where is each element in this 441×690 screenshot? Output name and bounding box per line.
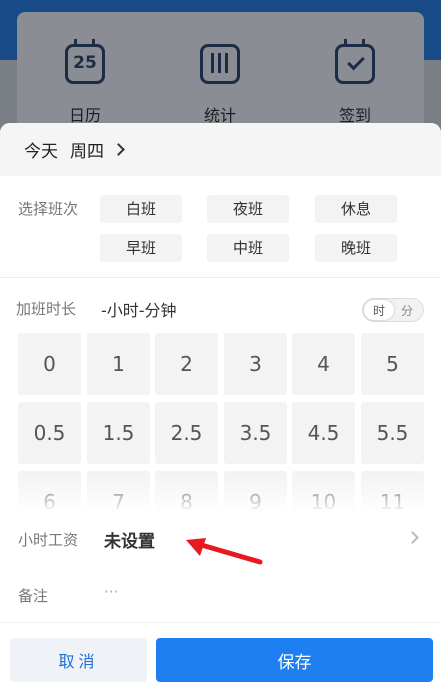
hourly-wage-value: 未设置 bbox=[104, 532, 155, 552]
shift-option-rest[interactable]: 休息 bbox=[315, 195, 397, 223]
annotation-arrow-icon bbox=[186, 538, 263, 565]
keypad-key[interactable]: 0 bbox=[18, 333, 81, 395]
keypad-key[interactable]: 1 bbox=[87, 333, 150, 395]
toggle-minute-label: 分 bbox=[401, 304, 414, 318]
keypad-key[interactable]: 0.5 bbox=[18, 402, 81, 464]
shift-section: 选择班次 白班 夜班 休息 早班 中班 晚班 bbox=[0, 176, 441, 278]
note-input[interactable]: ··· bbox=[104, 583, 118, 601]
check-in-icon bbox=[335, 39, 375, 84]
shift-label: 选择班次 bbox=[18, 200, 79, 218]
calendar-icon: 25 bbox=[65, 39, 105, 84]
note-row[interactable]: 备注 ··· bbox=[0, 575, 441, 623]
keypad-key[interactable]: 3 bbox=[224, 333, 287, 395]
hour-minute-toggle[interactable]: 时 分 bbox=[362, 298, 424, 322]
date-header[interactable]: 今天 周四 bbox=[0, 123, 441, 176]
date-weekday: 周四 bbox=[70, 142, 104, 162]
shift-option-middle[interactable]: 中班 bbox=[207, 234, 289, 262]
shift-option-night[interactable]: 夜班 bbox=[207, 195, 289, 223]
toggle-hour-label: 时 bbox=[373, 304, 386, 318]
chevron-right-icon bbox=[406, 531, 419, 544]
keypad-key[interactable]: 2 bbox=[155, 333, 218, 395]
keypad-key[interactable]: 1.5 bbox=[87, 402, 150, 464]
save-button[interactable]: 保存 bbox=[156, 638, 433, 682]
chevron-right-icon bbox=[112, 143, 125, 156]
calendar-tool[interactable]: 25 日历 bbox=[50, 39, 120, 126]
check-in-tool[interactable]: 签到 bbox=[320, 39, 390, 126]
action-footer: 取消 保存 bbox=[0, 635, 441, 690]
shift-option-morning[interactable]: 早班 bbox=[100, 234, 182, 262]
date-today: 今天 bbox=[24, 142, 58, 162]
keypad-key[interactable]: 4.5 bbox=[292, 402, 355, 464]
overtime-row: 加班时长 -小时-分钟 时 分 bbox=[0, 288, 441, 324]
note-label: 备注 bbox=[18, 587, 49, 605]
keypad-key[interactable]: 5 bbox=[361, 333, 424, 395]
hourly-wage-label: 小时工资 bbox=[18, 531, 79, 549]
shift-option-evening[interactable]: 晚班 bbox=[315, 234, 397, 262]
shift-option-day[interactable]: 白班 bbox=[100, 195, 182, 223]
keypad-key[interactable]: 5.5 bbox=[361, 402, 424, 464]
shift-editor-sheet: 今天 周四 选择班次 白班 夜班 休息 早班 中班 晚班 加班时长 -小时-分钟… bbox=[0, 123, 441, 690]
bar-chart-icon bbox=[200, 44, 240, 84]
keypad-key[interactable]: 2.5 bbox=[155, 402, 218, 464]
keypad-key[interactable]: 3.5 bbox=[224, 402, 287, 464]
statistics-tool[interactable]: 统计 bbox=[185, 44, 255, 126]
overtime-label: 加班时长 bbox=[16, 300, 77, 318]
overtime-value: -小时-分钟 bbox=[101, 301, 177, 320]
keypad-fade bbox=[0, 473, 441, 513]
keypad-key[interactable]: 4 bbox=[292, 333, 355, 395]
cancel-button[interactable]: 取消 bbox=[10, 638, 147, 682]
